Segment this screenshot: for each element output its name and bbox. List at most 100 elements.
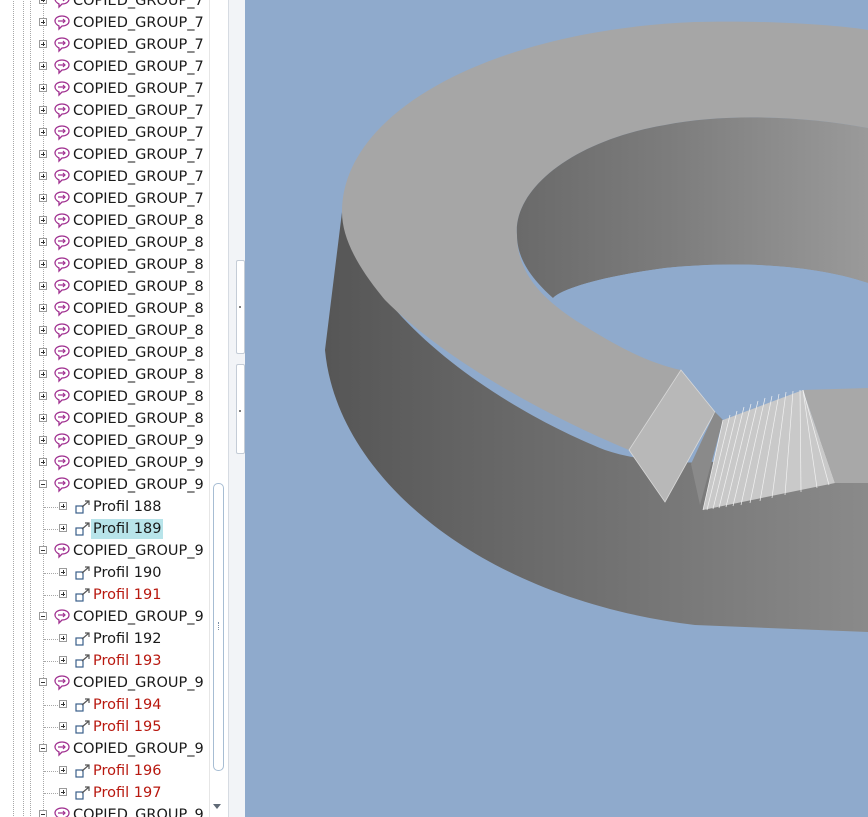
collapse-toggle-icon[interactable] — [39, 480, 47, 488]
expand-toggle-icon[interactable] — [39, 216, 47, 224]
tree-item-label[interactable]: COPIED_GROUP_7 — [73, 144, 207, 166]
tree-item-label[interactable]: COPIED_GROUP_9 — [73, 430, 207, 452]
tree-item-group[interactable]: COPIED_GROUP_9 — [0, 430, 210, 452]
scrollbar-thumb[interactable] — [213, 483, 224, 771]
tree-item-profile[interactable]: Profil 194 — [0, 694, 210, 716]
expand-toggle-icon[interactable] — [39, 172, 47, 180]
splitter-collapse-handle[interactable] — [236, 260, 245, 354]
tree-item-label[interactable]: COPIED_GROUP_7 — [73, 166, 207, 188]
tree-item-label[interactable]: COPIED_GROUP_9 — [73, 474, 207, 496]
tree-scrollbar[interactable] — [209, 0, 227, 817]
tree-item-group[interactable]: COPIED_GROUP_7 — [0, 12, 210, 34]
tree-item-group[interactable]: COPIED_GROUP_8 — [0, 276, 210, 298]
tree-item-label[interactable]: COPIED_GROUP_7 — [73, 56, 207, 78]
tree-item-group[interactable]: COPIED_GROUP_7 — [0, 56, 210, 78]
expand-toggle-icon[interactable] — [59, 502, 67, 510]
tree-item-label[interactable]: COPIED_GROUP_8 — [73, 210, 207, 232]
tree-item-profile[interactable]: Profil 197 — [0, 782, 210, 804]
collapse-toggle-icon[interactable] — [39, 810, 47, 817]
tree-item-group[interactable]: COPIED_GROUP_7 — [0, 78, 210, 100]
collapse-toggle-icon[interactable] — [39, 678, 47, 686]
tree-item-group[interactable]: COPIED_GROUP_7 — [0, 34, 210, 56]
tree-item-group[interactable]: COPIED_GROUP_8 — [0, 408, 210, 430]
tree-item-label[interactable]: COPIED_GROUP_7 — [73, 12, 207, 34]
tree-item-label[interactable]: COPIED_GROUP_9 — [73, 540, 207, 562]
tree-item-group[interactable]: COPIED_GROUP_8 — [0, 342, 210, 364]
tree-item-label[interactable]: COPIED_GROUP_8 — [73, 320, 207, 342]
tree-item-label[interactable]: COPIED_GROUP_7 — [73, 34, 207, 56]
tree-item-label[interactable]: COPIED_GROUP_8 — [73, 364, 207, 386]
expand-toggle-icon[interactable] — [39, 40, 47, 48]
expand-toggle-icon[interactable] — [39, 370, 47, 378]
3d-viewport[interactable] — [245, 0, 868, 817]
tree-item-label[interactable]: COPIED_GROUP_7 — [73, 78, 207, 100]
tree-item-label[interactable]: COPIED_GROUP_9 — [73, 606, 207, 628]
tree-item-group[interactable]: COPIED_GROUP_9 — [0, 672, 210, 694]
tree-item-label[interactable]: Profil 190 — [91, 563, 163, 583]
expand-toggle-icon[interactable] — [39, 304, 47, 312]
tree-item-label[interactable]: Profil 189 — [91, 519, 164, 539]
tree-item-label[interactable]: Profil 188 — [91, 497, 163, 517]
tree-item-label[interactable]: COPIED_GROUP_8 — [73, 276, 207, 298]
expand-toggle-icon[interactable] — [59, 788, 67, 796]
collapse-toggle-icon[interactable] — [39, 612, 47, 620]
expand-toggle-icon[interactable] — [59, 722, 67, 730]
tree-item-group[interactable]: COPIED_GROUP_9 — [0, 452, 210, 474]
tree-item-label[interactable]: COPIED_GROUP_8 — [73, 408, 207, 430]
tree-item-profile[interactable]: Profil 195 — [0, 716, 210, 738]
tree-item-label[interactable]: COPIED_GROUP_7 — [73, 0, 207, 12]
tree-item-label[interactable]: COPIED_GROUP_7 — [73, 122, 207, 144]
tree-item-label[interactable]: Profil 192 — [91, 629, 163, 649]
tree-item-group[interactable]: COPIED_GROUP_8 — [0, 254, 210, 276]
expand-toggle-icon[interactable] — [39, 18, 47, 26]
expand-toggle-icon[interactable] — [59, 568, 67, 576]
tree-item-profile[interactable]: Profil 191 — [0, 584, 210, 606]
collapse-toggle-icon[interactable] — [39, 546, 47, 554]
tree-item-group[interactable]: COPIED_GROUP_8 — [0, 386, 210, 408]
tree-item-profile[interactable]: Profil 189 — [0, 518, 210, 540]
tree-item-group[interactable]: COPIED_GROUP_8 — [0, 364, 210, 386]
tree-item-group[interactable]: COPIED_GROUP_9 — [0, 474, 210, 496]
tree-item-group[interactable]: COPIED_GROUP_8 — [0, 320, 210, 342]
expand-toggle-icon[interactable] — [59, 590, 67, 598]
panel-splitter[interactable] — [228, 0, 246, 817]
tree-item-profile[interactable]: Profil 192 — [0, 628, 210, 650]
expand-toggle-icon[interactable] — [39, 348, 47, 356]
tree-item-label[interactable]: COPIED_GROUP_9 — [73, 738, 207, 760]
tree-item-label[interactable]: COPIED_GROUP_8 — [73, 254, 207, 276]
tree-item-label[interactable]: COPIED_GROUP_8 — [73, 386, 207, 408]
tree-item-group[interactable]: COPIED_GROUP_7 — [0, 100, 210, 122]
splitter-collapse-handle[interactable] — [236, 364, 245, 454]
tree-item-label[interactable]: Profil 194 — [91, 695, 163, 715]
tree-item-label[interactable]: Profil 191 — [91, 585, 163, 605]
expand-toggle-icon[interactable] — [39, 238, 47, 246]
expand-toggle-icon[interactable] — [59, 700, 67, 708]
tree-item-label[interactable]: COPIED_GROUP_7 — [73, 188, 207, 210]
tree-item-group[interactable]: COPIED_GROUP_8 — [0, 232, 210, 254]
tree-item-label[interactable]: COPIED_GROUP_9 — [73, 804, 207, 817]
tree-item-profile[interactable]: Profil 193 — [0, 650, 210, 672]
tree-item-profile[interactable]: Profil 188 — [0, 496, 210, 518]
tree-item-profile[interactable]: Profil 190 — [0, 562, 210, 584]
tree-item-label[interactable]: Profil 196 — [91, 761, 163, 781]
expand-toggle-icon[interactable] — [39, 436, 47, 444]
expand-toggle-icon[interactable] — [59, 524, 67, 532]
tree-item-label[interactable]: COPIED_GROUP_8 — [73, 232, 207, 254]
expand-toggle-icon[interactable] — [39, 106, 47, 114]
expand-toggle-icon[interactable] — [39, 0, 47, 4]
expand-toggle-icon[interactable] — [39, 128, 47, 136]
tree-item-group[interactable]: COPIED_GROUP_7 — [0, 166, 210, 188]
expand-toggle-icon[interactable] — [39, 62, 47, 70]
collapse-toggle-icon[interactable] — [39, 744, 47, 752]
tree-item-label[interactable]: Profil 197 — [91, 783, 163, 803]
expand-toggle-icon[interactable] — [59, 634, 67, 642]
tree-item-label[interactable]: COPIED_GROUP_9 — [73, 672, 207, 694]
tree-item-label[interactable]: COPIED_GROUP_8 — [73, 298, 207, 320]
tree-item-group[interactable]: COPIED_GROUP_7 — [0, 0, 210, 12]
tree-item-group[interactable]: COPIED_GROUP_7 — [0, 122, 210, 144]
scroll-down-arrow-icon[interactable] — [213, 804, 221, 809]
expand-toggle-icon[interactable] — [39, 84, 47, 92]
expand-toggle-icon[interactable] — [39, 260, 47, 268]
tree-item-group[interactable]: COPIED_GROUP_8 — [0, 210, 210, 232]
expand-toggle-icon[interactable] — [39, 458, 47, 466]
